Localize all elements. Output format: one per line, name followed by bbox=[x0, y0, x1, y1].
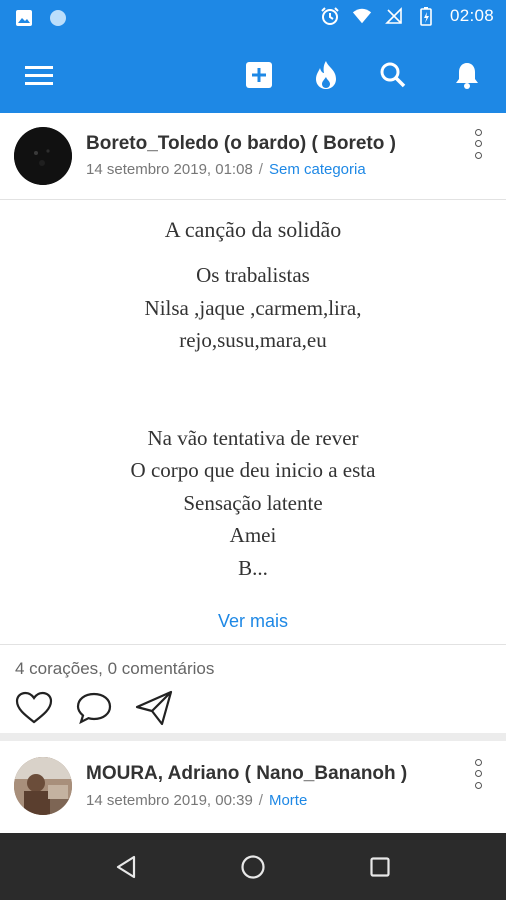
home-circle-icon[interactable] bbox=[237, 851, 269, 883]
post-date: 14 setembro 2019, 01:08 bbox=[86, 161, 253, 178]
post-card: MOURA, Adriano ( Nano_Bananoh ) 14 setem… bbox=[0, 743, 506, 833]
recents-square-icon[interactable] bbox=[364, 851, 396, 883]
poem-line: rejo,susu,mara,eu bbox=[179, 328, 327, 352]
battery-charging-icon bbox=[416, 6, 436, 26]
post-title: A canção da solidão bbox=[164, 217, 342, 242]
wifi-icon bbox=[352, 6, 372, 26]
post-more-options-icon[interactable] bbox=[468, 757, 488, 791]
circle-icon bbox=[48, 8, 68, 28]
post-meta: 14 setembro 2019, 00:39 / Morte bbox=[86, 792, 307, 809]
post-category-link[interactable]: Morte bbox=[269, 792, 307, 809]
post-more-options-icon[interactable] bbox=[468, 127, 488, 161]
status-bar: 02:08 bbox=[0, 0, 506, 36]
post-content[interactable]: A canção da solidão Os trabalistas Nilsa… bbox=[0, 217, 506, 584]
avatar[interactable] bbox=[14, 757, 72, 815]
post-date: 14 setembro 2019, 00:39 bbox=[86, 792, 253, 809]
divider bbox=[0, 644, 506, 645]
avatar[interactable] bbox=[14, 127, 72, 185]
share-send-icon[interactable] bbox=[134, 688, 174, 728]
post-author[interactable]: MOURA, Adriano ( Nano_Bananoh ) bbox=[86, 763, 407, 785]
divider bbox=[0, 199, 506, 200]
poem-line bbox=[0, 357, 506, 390]
post-actions bbox=[14, 688, 174, 728]
search-icon[interactable] bbox=[376, 58, 410, 92]
comment-icon[interactable] bbox=[74, 688, 114, 728]
no-signal-icon bbox=[384, 6, 404, 26]
poem-line bbox=[0, 389, 506, 422]
poem-line: O corpo que deu inicio a esta bbox=[130, 458, 376, 482]
add-post-icon[interactable] bbox=[242, 58, 276, 92]
post-author[interactable]: Boreto_Toledo (o bardo) ( Boreto ) bbox=[86, 133, 396, 155]
meta-separator: / bbox=[258, 161, 263, 178]
poem-line: B... bbox=[238, 555, 268, 580]
post-meta: 14 setembro 2019, 01:08 / Sem categoria bbox=[86, 161, 366, 178]
poem-line: Amei bbox=[229, 523, 277, 547]
poem-line: Na vão tentativa de rever bbox=[147, 425, 359, 450]
trending-flame-icon[interactable] bbox=[309, 58, 343, 92]
poem-line: Os trabalistas bbox=[196, 263, 310, 287]
image-icon bbox=[14, 8, 34, 28]
poem-line: Nilsa ,jaque ,carmem,lira, bbox=[144, 295, 362, 320]
post-category-link[interactable]: Sem categoria bbox=[269, 161, 366, 178]
notifications-bell-icon[interactable] bbox=[450, 58, 484, 92]
menu-icon[interactable] bbox=[22, 58, 56, 92]
post-separator bbox=[0, 733, 506, 741]
back-triangle-icon[interactable] bbox=[110, 851, 142, 883]
poem-line: Sensação latente bbox=[183, 490, 323, 515]
post-card: Boreto_Toledo (o bardo) ( Boreto ) 14 se… bbox=[0, 113, 506, 730]
meta-separator: / bbox=[258, 792, 263, 809]
status-time: 02:08 bbox=[449, 6, 494, 25]
alarm-icon bbox=[320, 6, 340, 26]
post-stats[interactable]: 4 corações, 0 comentários bbox=[15, 659, 214, 679]
app-bar bbox=[0, 36, 506, 113]
see-more-link[interactable]: Ver mais bbox=[0, 611, 506, 632]
heart-icon[interactable] bbox=[14, 688, 54, 728]
system-nav-bar bbox=[0, 833, 506, 900]
